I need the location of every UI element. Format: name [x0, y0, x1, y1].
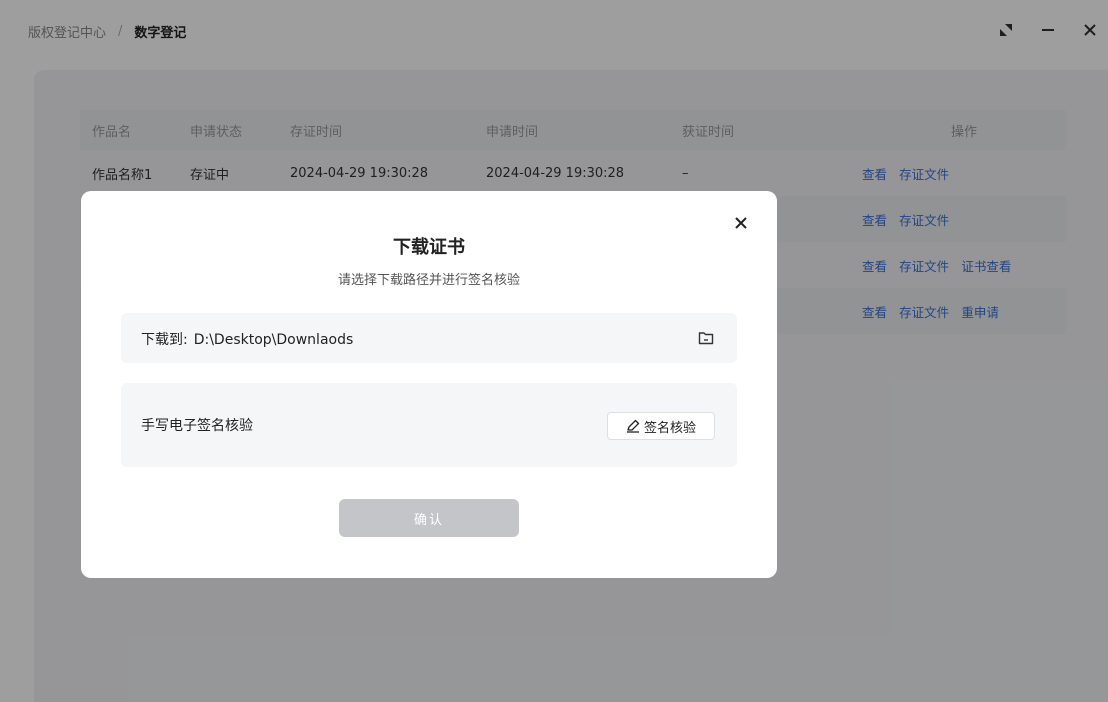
signature-verify-label: 签名核验 — [643, 420, 696, 436]
signature-verify-section: 手写电子签名核验 签名核验 — [121, 383, 737, 467]
download-certificate-dialog: 下载证书 请选择下载路径并进行签名核验 下载到: D:\Desktop\Downl… — [81, 191, 777, 578]
download-path-label: 下载到: — [141, 332, 188, 348]
download-path-field[interactable]: 下载到: D:\Desktop\Downlaods — [121, 313, 737, 363]
confirm-button[interactable]: 确认 — [339, 499, 519, 537]
pen-icon — [626, 419, 640, 433]
signature-verify-button[interactable]: 签名核验 — [607, 412, 715, 440]
dialog-title: 下载证书 — [393, 237, 465, 258]
download-path-row: 下载到: D:\Desktop\Downlaods — [141, 329, 353, 349]
folder-icon — [698, 332, 714, 345]
dialog-close-button[interactable] — [729, 211, 753, 235]
dialog-subtitle: 请选择下载路径并进行签名核验 — [337, 273, 520, 288]
close-icon — [735, 217, 747, 229]
signature-label: 手写电子签名核验 — [141, 418, 253, 434]
choose-folder-button[interactable] — [695, 327, 717, 349]
download-path-value: D:\Desktop\Downlaods — [193, 332, 354, 348]
